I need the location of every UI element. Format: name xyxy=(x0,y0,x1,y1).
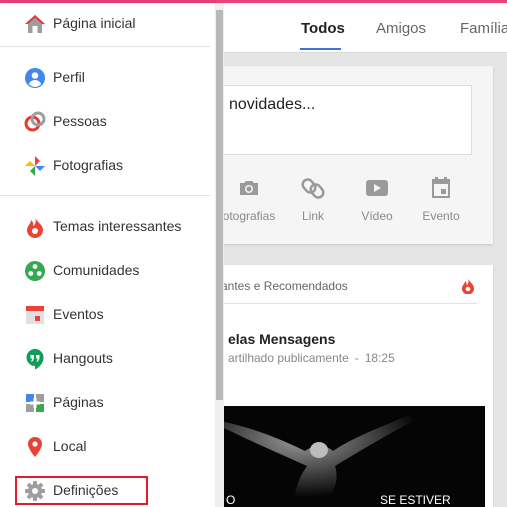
sidebar-item-events[interactable]: Eventos xyxy=(0,297,210,333)
tab-all[interactable]: Todos xyxy=(301,20,345,37)
post-time[interactable]: 18:25 xyxy=(365,351,395,365)
sidebar-item-label: Comunidades xyxy=(53,262,140,278)
sidebar-item-profile[interactable]: Perfil xyxy=(0,60,210,96)
navigation-drawer: Página inicial Perfil Pessoas Fotografia… xyxy=(0,3,215,507)
profile-icon xyxy=(25,68,45,88)
hangouts-icon xyxy=(26,349,44,370)
sidebar-item-label: Temas interessantes xyxy=(53,218,182,234)
sidebar-item-pages[interactable]: Páginas xyxy=(0,385,210,421)
post-image-caption-left: O xyxy=(226,493,236,507)
video-icon xyxy=(366,180,388,196)
gear-icon xyxy=(25,481,45,501)
event-icon xyxy=(432,177,450,198)
sidebar-item-photos[interactable]: Fotografias xyxy=(0,148,210,184)
communities-icon xyxy=(25,261,45,281)
post-section-title: santes e Recomendados xyxy=(215,279,348,293)
sidebar-item-local[interactable]: Local xyxy=(0,429,210,465)
camera-icon xyxy=(240,181,258,195)
post-image[interactable] xyxy=(215,406,485,507)
sidebar-item-label: Fotografias xyxy=(53,157,124,173)
dancer-photo xyxy=(215,406,485,507)
home-icon xyxy=(25,15,45,33)
photos-icon xyxy=(25,156,45,176)
sidebar-item-people[interactable]: Pessoas xyxy=(0,104,210,140)
active-tab-indicator xyxy=(300,48,341,50)
post-divider xyxy=(215,303,477,304)
share-event-label: Evento xyxy=(422,209,460,223)
sidebar-item-label: Perfil xyxy=(53,69,85,85)
share-event-button[interactable]: Evento xyxy=(406,176,476,226)
sidebar-item-settings[interactable]: Definições xyxy=(0,473,210,507)
post-visibility: artilhado publicamente xyxy=(228,351,349,365)
post-image-caption-right: SE ESTIVER xyxy=(380,493,451,507)
sidebar-item-label: Local xyxy=(53,438,87,454)
location-pin-icon xyxy=(28,437,42,457)
sidebar-item-label: Eventos xyxy=(53,306,104,322)
sidebar-item-whats-hot[interactable]: Temas interessantes xyxy=(0,209,210,245)
nav-divider xyxy=(0,46,210,47)
calendar-icon xyxy=(26,306,44,324)
share-link-button[interactable]: Link xyxy=(278,176,348,226)
sidebar-item-label: Definições xyxy=(53,482,119,498)
share-photos-button[interactable]: otografias xyxy=(214,176,284,226)
flame-icon xyxy=(462,278,474,294)
share-prompt: novidades... xyxy=(229,96,316,113)
share-link-label: Link xyxy=(301,209,324,223)
pages-icon xyxy=(26,394,44,412)
share-photos-label: otografias xyxy=(222,209,276,223)
sidebar-item-label: Página inicial xyxy=(53,15,136,31)
flame-icon xyxy=(27,217,43,238)
sidebar-item-label: Páginas xyxy=(53,394,104,410)
nav-divider xyxy=(0,195,210,196)
tab-family[interactable]: Família xyxy=(460,20,507,37)
share-video-label: Vídeo xyxy=(361,209,393,223)
sidebar-item-communities[interactable]: Comunidades xyxy=(0,253,210,289)
sidebar-item-label: Pessoas xyxy=(53,113,107,129)
post-meta: artilhado publicamente -18:25 xyxy=(228,351,395,365)
share-video-button[interactable]: Vídeo xyxy=(342,176,412,226)
sidebar-item-label: Hangouts xyxy=(53,350,113,366)
sidebar-item-home[interactable]: Página inicial xyxy=(0,6,210,42)
tab-friends[interactable]: Amigos xyxy=(376,20,426,37)
people-icon xyxy=(24,111,46,132)
post-author[interactable]: elas Mensagens xyxy=(228,331,335,347)
drawer-scrollbar-thumb[interactable] xyxy=(216,10,223,400)
sidebar-item-hangouts[interactable]: Hangouts xyxy=(0,341,210,377)
link-icon xyxy=(301,178,325,199)
